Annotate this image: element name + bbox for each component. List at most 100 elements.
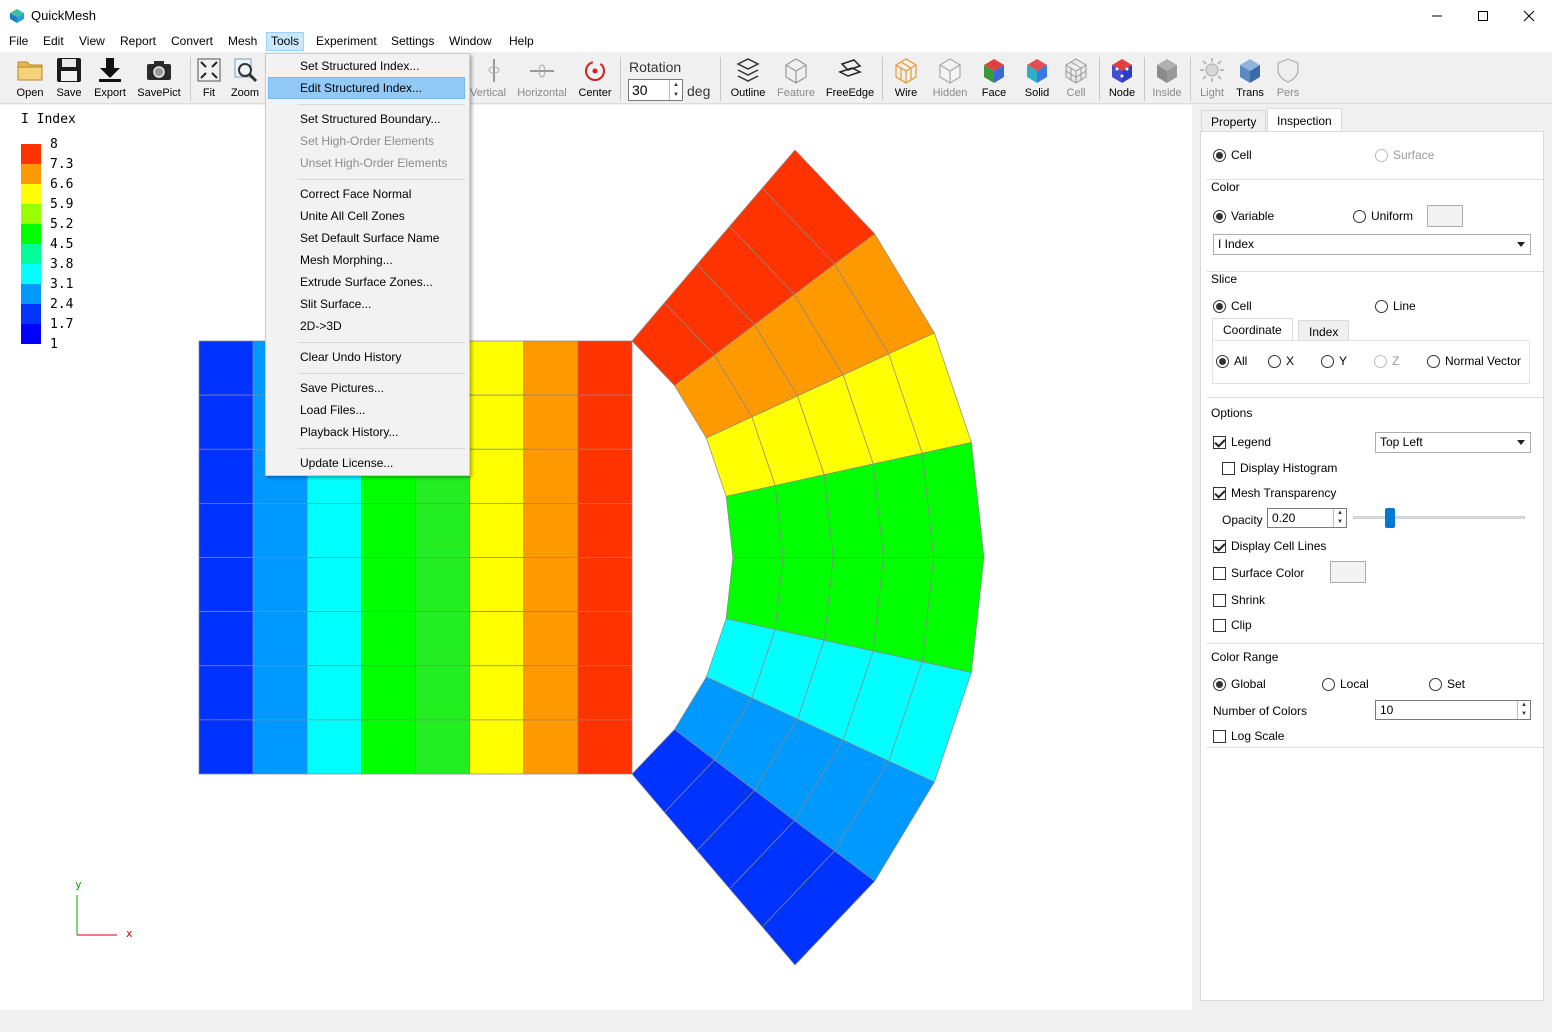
graphics-viewport[interactable]: yx I Index 8 7.3 6.6 5.9 5.2 4.5 3.8 3.1 2.4 1.7 1 — [0, 105, 1192, 1010]
number-of-colors-spinbox[interactable]: 10 ▲ ▼ — [1375, 700, 1531, 720]
slice-all-radio[interactable]: All — [1216, 354, 1247, 368]
log-scale-checkbox[interactable]: Log Scale — [1213, 729, 1284, 743]
menu-file[interactable]: File — [4, 32, 33, 51]
minimize-button[interactable] — [1414, 0, 1460, 31]
color-variable-radio[interactable]: Variable — [1213, 209, 1274, 223]
menu-set-high-order-elements[interactable]: Set High-Order Elements — [268, 130, 465, 152]
maximize-button[interactable] — [1460, 0, 1506, 31]
legend-swatch — [21, 144, 41, 164]
solid-button[interactable]: Solid — [1018, 54, 1056, 102]
target-surface-radio[interactable]: Surface — [1375, 148, 1434, 162]
menu-mesh[interactable]: Mesh — [223, 32, 262, 51]
radio-icon — [1429, 677, 1442, 691]
hidden-button[interactable]: Hidden — [930, 54, 970, 102]
menu-correct-face-normal[interactable]: Correct Face Normal — [268, 183, 465, 205]
uniform-color-swatch[interactable] — [1427, 205, 1463, 227]
menu-slit-surface[interactable]: Slit Surface... — [268, 293, 465, 315]
slice-line-radio[interactable]: Line — [1375, 299, 1416, 313]
menu-update-license[interactable]: Update License... — [268, 452, 465, 474]
legend-checkbox[interactable]: Legend — [1213, 435, 1271, 449]
slice-cell-radio[interactable]: Cell — [1213, 299, 1252, 313]
menu-unset-high-order-elements[interactable]: Unset High-Order Elements — [268, 152, 465, 174]
opacity-slider-track[interactable] — [1353, 516, 1525, 519]
rotation-spinbox[interactable]: 30 ▲ ▼ — [628, 79, 683, 101]
tab-inspection[interactable]: Inspection — [1267, 108, 1342, 132]
color-variable-select[interactable]: I Index — [1213, 234, 1531, 255]
menu-set-structured-boundary[interactable]: Set Structured Boundary... — [268, 108, 465, 130]
opacity-spinbox[interactable]: 0.20 ▲ ▼ — [1267, 508, 1347, 528]
trans-button[interactable]: Trans — [1232, 54, 1268, 102]
zoom-button[interactable]: Zoom — [228, 54, 262, 102]
menu-convert[interactable]: Convert — [166, 32, 218, 51]
menu-2d-to-3d[interactable]: 2D->3D — [268, 315, 465, 337]
slice-z-radio[interactable]: Z — [1374, 354, 1399, 368]
range-global-radio[interactable]: Global — [1213, 677, 1266, 691]
display-histogram-checkbox[interactable]: Display Histogram — [1222, 461, 1337, 475]
spin-arrows-icon[interactable]: ▲ ▼ — [669, 80, 682, 100]
subtab-coordinate[interactable]: Coordinate — [1212, 318, 1293, 341]
outline-button[interactable]: Outline — [728, 54, 768, 102]
surface-color-swatch[interactable] — [1330, 561, 1366, 583]
feature-button[interactable]: Feature — [774, 54, 818, 102]
display-cell-lines-checkbox[interactable]: Display Cell Lines — [1213, 539, 1326, 553]
menu-set-structured-index[interactable]: Set Structured Index... — [268, 55, 465, 77]
menu-playback-history[interactable]: Playback History... — [268, 421, 465, 443]
menu-edit-structured-index[interactable]: Edit Structured Index... — [268, 77, 465, 99]
save-button[interactable]: Save — [50, 54, 88, 102]
mesh-transparency-checkbox[interactable]: Mesh Transparency — [1213, 486, 1336, 500]
inside-button[interactable]: Inside — [1150, 54, 1184, 102]
node-button[interactable]: Node — [1104, 54, 1140, 102]
horizontal-button[interactable]: Horizontal — [514, 54, 570, 102]
target-cell-radio[interactable]: Cell — [1213, 148, 1252, 162]
fit-button[interactable]: Fit — [195, 54, 223, 102]
menu-clear-undo-history[interactable]: Clear Undo History — [268, 346, 465, 368]
shrink-checkbox[interactable]: Shrink — [1213, 593, 1265, 607]
freeedge-button[interactable]: FreeEdge — [824, 54, 876, 102]
legend-swatch — [21, 264, 41, 284]
wire-button[interactable]: Wire — [888, 54, 924, 102]
range-set-radio[interactable]: Set — [1429, 677, 1465, 691]
cell-button[interactable]: Cell — [1060, 54, 1092, 102]
slice-y-radio[interactable]: Y — [1321, 354, 1347, 368]
menu-help[interactable]: Help — [504, 32, 539, 51]
menu-window[interactable]: Window — [444, 32, 497, 51]
menu-report[interactable]: Report — [115, 32, 161, 51]
open-button[interactable]: Open — [10, 54, 50, 102]
mesh-cell — [306, 719, 362, 775]
clip-checkbox[interactable]: Clip — [1213, 618, 1252, 632]
menu-set-default-surface-name[interactable]: Set Default Surface Name — [268, 227, 465, 249]
menu-edit[interactable]: Edit — [38, 32, 69, 51]
light-button[interactable]: Light — [1196, 54, 1228, 102]
savepict-button[interactable]: SavePict — [134, 54, 184, 102]
close-button[interactable] — [1506, 0, 1552, 31]
menu-mesh-morphing[interactable]: Mesh Morphing... — [268, 249, 465, 271]
slice-x-radio[interactable]: X — [1268, 354, 1294, 368]
legend-position-select[interactable]: Top Left — [1375, 432, 1531, 453]
slice-group: Slice Cell Line Coordinate Index All X Y… — [1207, 272, 1543, 398]
menu-settings[interactable]: Settings — [386, 32, 439, 51]
menu-save-pictures[interactable]: Save Pictures... — [268, 377, 465, 399]
face-button[interactable]: Face — [975, 54, 1013, 102]
pers-button[interactable]: Pers — [1272, 54, 1304, 102]
opacity-slider-thumb[interactable] — [1385, 508, 1395, 528]
menu-tools[interactable]: Tools — [266, 32, 305, 51]
export-button[interactable]: Export — [90, 54, 130, 102]
color-uniform-radio[interactable]: Uniform — [1353, 209, 1413, 223]
spin-arrows-icon[interactable]: ▲ ▼ — [1517, 701, 1530, 719]
vertical-button[interactable]: Vertical — [467, 54, 509, 102]
radio-checked-icon — [1213, 209, 1226, 223]
subtab-index[interactable]: Index — [1298, 320, 1350, 341]
spin-arrows-icon[interactable]: ▲ ▼ — [1333, 509, 1346, 527]
tools-menu-dropdown: Set Structured Index... Edit Structured … — [265, 53, 470, 476]
range-local-radio[interactable]: Local — [1322, 677, 1369, 691]
menu-load-files[interactable]: Load Files... — [268, 399, 465, 421]
mesh-cell — [361, 557, 416, 612]
menu-experiment[interactable]: Experiment — [311, 32, 382, 51]
slice-normal-vector-radio[interactable]: Normal Vector — [1427, 354, 1521, 368]
surface-color-checkbox[interactable]: Surface Color — [1213, 566, 1304, 580]
menu-unite-all-cell-zones[interactable]: Unite All Cell Zones — [268, 205, 465, 227]
center-button[interactable]: Center — [576, 54, 614, 102]
menu-view[interactable]: View — [74, 32, 110, 51]
menu-extrude-surface-zones[interactable]: Extrude Surface Zones... — [268, 271, 465, 293]
tab-property[interactable]: Property — [1201, 110, 1267, 132]
